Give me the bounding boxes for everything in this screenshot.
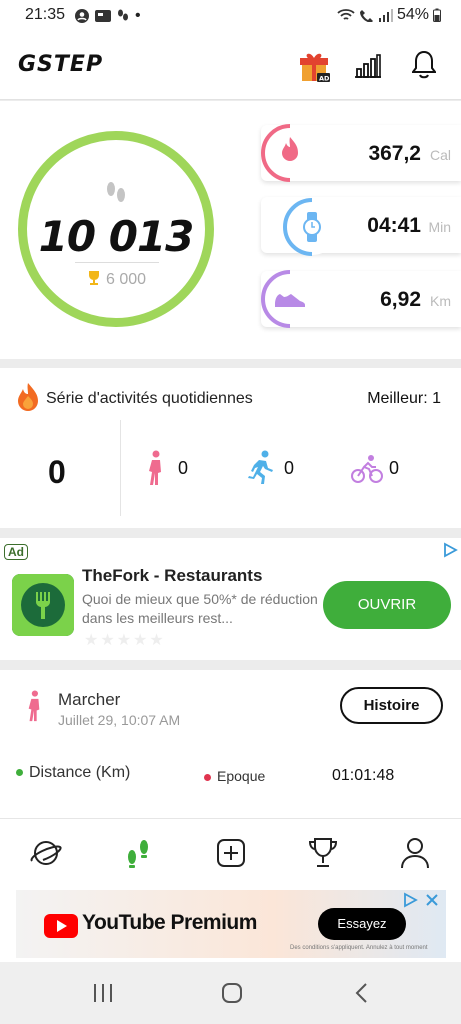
youtube-premium-banner-ad[interactable]: YouTube Premium Essayez Des conditions s…: [0, 886, 461, 962]
app-install-ad[interactable]: Ad TheFork - Restaurants Quoi de mieux q…: [0, 538, 461, 660]
footprints-icon: [107, 182, 125, 202]
adchoices-icon[interactable]: [402, 892, 418, 908]
app-logo: GSTEP: [18, 52, 104, 77]
status-bar: 21:35 • 54%: [0, 0, 461, 32]
bar-chart-icon[interactable]: [354, 54, 382, 78]
streak-walk-count: 0: [178, 458, 189, 478]
wifi-icon: [337, 9, 355, 20]
banner-brand: YouTube Premium: [82, 911, 257, 934]
walk-activity-icon: [28, 690, 40, 722]
call-icon: [359, 10, 373, 22]
banner-fine-print: Des conditions s'appliquent. Annulez à t…: [290, 945, 428, 951]
streak-run-count: 0: [284, 458, 295, 478]
thefork-app-icon[interactable]: [12, 574, 74, 636]
system-nav-bar: [0, 962, 461, 1024]
epoque-label: Epoque: [204, 768, 265, 784]
last-activity-card[interactable]: Marcher Juillet 29, 10:07 AM Histoire Di…: [0, 670, 461, 818]
profile-icon[interactable]: [397, 835, 433, 871]
steps-summary-card: 10 013 6 000 367,2 Cal 04:41 Min 6,92 Km: [0, 101, 461, 359]
bike-icon: [351, 455, 383, 483]
battery-icon: [433, 8, 441, 22]
calories-unit: Cal: [429, 147, 451, 163]
streak-best: Meilleur: 1: [367, 390, 441, 407]
recent-apps-icon[interactable]: [92, 982, 114, 1004]
distance-unit: Km: [430, 293, 451, 309]
activity-type: Marcher: [58, 690, 121, 709]
status-time: 21:35: [25, 6, 66, 23]
step-count: 10 013: [38, 212, 195, 261]
account-icon: [75, 9, 89, 23]
streak-divider: [120, 420, 121, 516]
bell-icon[interactable]: [412, 50, 436, 80]
banner-try-button[interactable]: Essayez: [318, 908, 406, 940]
step-goal-value: 6 000: [105, 271, 147, 288]
ad-description: Quoi de mieux que 50%* de réduction dans…: [82, 591, 318, 626]
steps-ring[interactable]: 10 013 6 000: [18, 131, 214, 327]
steps-notif-icon: [118, 9, 128, 21]
adchoices-icon[interactable]: [442, 542, 458, 558]
status-right: 54%: [337, 6, 441, 24]
app-header: GSTEP AD: [0, 32, 461, 100]
daily-streak-card: Série d'activités quotidiennes Meilleur:…: [0, 368, 461, 528]
back-icon[interactable]: [352, 982, 372, 1004]
streak-count: 0: [48, 454, 66, 490]
card-icon: [95, 10, 111, 22]
plus-icon[interactable]: [213, 835, 249, 871]
walk-icon: [149, 450, 161, 485]
distance-label: Distance (Km): [16, 764, 130, 782]
ad-badge: Ad: [4, 544, 28, 560]
step-goal: 6 000: [27, 270, 205, 289]
footsteps-icon[interactable]: [120, 835, 156, 871]
status-dot: •: [135, 7, 141, 24]
signal-icon: [378, 9, 393, 22]
gift-ad-badge: AD: [319, 75, 330, 83]
history-button[interactable]: Histoire: [340, 687, 443, 724]
epoque-dot: [204, 773, 211, 781]
calories-arc: [261, 124, 318, 182]
ad-app-name: TheFork - Restaurants: [82, 566, 263, 585]
battery-text: 54%: [396, 6, 429, 23]
distance-arc: [261, 270, 318, 328]
close-ad-icon[interactable]: [424, 892, 440, 908]
trophy-icon: [88, 271, 99, 285]
ad-rating-stars: ★★★★★: [84, 632, 166, 649]
run-icon: [248, 450, 273, 484]
activity-date: Juillet 29, 10:07 AM: [58, 712, 181, 728]
home-icon[interactable]: [220, 981, 244, 1005]
youtube-logo-icon: [44, 914, 78, 938]
ad-open-button[interactable]: OUVRIR: [323, 581, 451, 629]
streak-bike-count: 0: [389, 458, 400, 478]
distance-label-text: Distance (Km): [29, 764, 131, 781]
streak-title: Série d'activités quotidiennes: [46, 390, 253, 407]
activity-time: 01:01:48: [332, 767, 395, 784]
duration-arc: [283, 198, 340, 256]
duration-unit: Min: [428, 219, 451, 235]
distance-dot: [16, 769, 23, 777]
calories-value: 367,2: [368, 142, 421, 165]
planet-icon[interactable]: [28, 835, 64, 871]
goal-divider: [75, 262, 159, 263]
status-left-icons: •: [75, 7, 141, 25]
gift-ad-icon[interactable]: AD: [300, 51, 330, 83]
duration-value: 04:41: [367, 214, 421, 237]
trophy-tab-icon[interactable]: [305, 835, 341, 871]
distance-value: 6,92: [380, 288, 421, 311]
epoque-label-text: Epoque: [217, 768, 266, 784]
bottom-tab-bar: [0, 818, 461, 886]
fire-icon: [18, 383, 38, 411]
